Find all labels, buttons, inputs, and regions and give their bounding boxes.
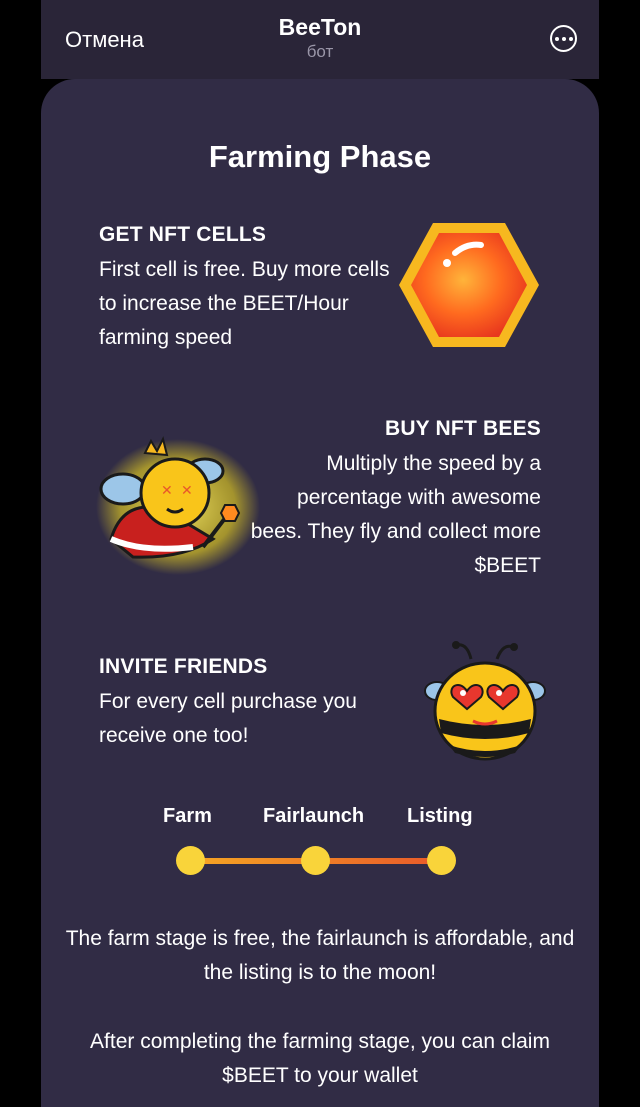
bot-title: BeeTon [278,14,362,40]
app-header: Отмена BeeTon бот [41,0,599,79]
section-text-friends: For every cell purchase you receive one … [99,690,357,747]
svg-text:✕: ✕ [161,483,173,499]
section-heading-cells: GET NFT CELLS [99,223,267,246]
section-heading-friends: INVITE FRIENDS [99,655,268,678]
bot-subtitle: бот [306,42,334,61]
section-heading-bees: BUY NFT BEES [384,417,541,440]
farm-stage-description: The farm stage is free, the fairlaunch i… [65,927,575,984]
page-title: Farming Phase [208,139,432,174]
timeline-label-farm: Farm [163,805,212,827]
section-text-bees: Multiply the speed by a percentage with … [250,452,541,577]
section-text-cells: First cell is free. Buy more cells to in… [99,258,390,349]
timeline-dot-farm [176,846,205,875]
love-bee-icon [424,641,546,761]
content-sheet: Farming Phase GET NFT CELLS First cell i… [41,79,599,1107]
timeline-label-listing: Listing [407,805,473,827]
claim-description: After completing the farming stage, you … [90,1030,550,1087]
timeline-dot-fairlaunch [301,846,330,875]
more-dots-icon[interactable] [550,25,577,52]
king-bee-icon: ✕ ✕ [96,436,260,575]
header-title-block: BeeTon бот [41,14,599,62]
honeycomb-cell-icon [399,223,539,347]
timeline-dot-listing [427,846,456,875]
timeline-label-fairlaunch: Fairlaunch [263,805,365,827]
svg-text:✕: ✕ [181,483,193,499]
